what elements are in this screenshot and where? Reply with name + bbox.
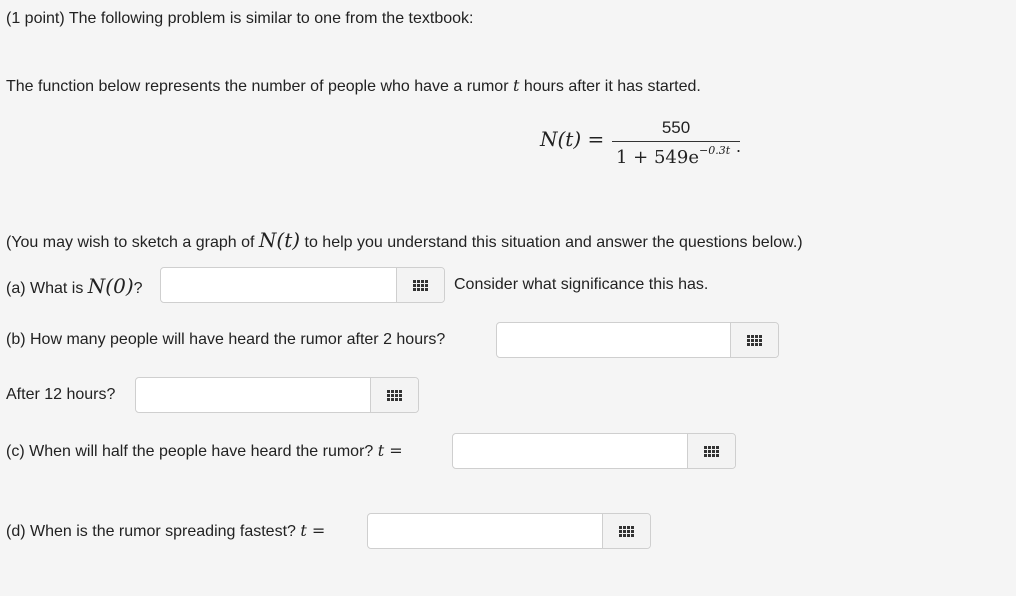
question-b: (b) How many people will have heard the …	[6, 331, 445, 349]
intro-text: (1 point) The following problem is simil…	[6, 10, 474, 27]
formula-lhs: N(t) =	[540, 127, 605, 151]
question-b-text: (b) How many people will have heard the …	[6, 331, 446, 348]
answer-b2-field	[135, 377, 419, 413]
statement-text-2: hours after it has started.	[523, 78, 701, 95]
answer-a-equation-button[interactable]	[396, 268, 444, 302]
question-d-text: (d) When is the rumor spreading fastest?	[6, 523, 296, 540]
statement-text-1: The function below represents the number…	[6, 78, 509, 95]
hint-text-2: to help you understand this situation an…	[304, 234, 803, 251]
answer-b2-equation-button[interactable]	[370, 378, 418, 412]
question-d: (d) When is the rumor spreading fastest?…	[6, 521, 325, 541]
question-b2: After 12 hours?	[6, 386, 115, 404]
answer-d-input[interactable]	[368, 514, 603, 548]
answer-c-equation-button[interactable]	[687, 434, 735, 468]
answer-b2-input[interactable]	[136, 378, 371, 412]
question-a-text: (a) What is	[6, 280, 84, 297]
question-a-qmark: ?	[133, 280, 143, 297]
formula-numerator: 550	[661, 118, 691, 137]
question-c: (c) When will half the people have heard…	[6, 441, 403, 461]
problem-statement: The function below represents the number…	[6, 76, 701, 96]
denominator-exponent: −0.3t	[699, 144, 731, 157]
denominator-base: 1 + 549e	[616, 147, 699, 168]
hint-line: (You may wish to sketch a graph of N(t) …	[6, 228, 803, 252]
hint-text-1: (You may wish to sketch a graph of	[6, 234, 255, 251]
answer-b-field	[496, 322, 779, 358]
answer-b-equation-button[interactable]	[730, 323, 778, 357]
hint-math: N(t)	[258, 228, 301, 252]
statement-variable: t	[512, 76, 520, 95]
equation-editor-grid-icon	[413, 279, 429, 291]
problem-intro: (1 point) The following problem is simil…	[6, 10, 473, 28]
formula-denominator: 1 + 549e−0.3t	[616, 144, 731, 168]
answer-b-input[interactable]	[497, 323, 731, 357]
equation-editor-grid-icon	[619, 525, 635, 537]
question-a: (a) What is N(0)?	[6, 274, 143, 298]
answer-d-field	[367, 513, 651, 549]
question-a-math: N(0)	[87, 274, 134, 298]
equation-editor-grid-icon	[747, 334, 763, 346]
equation-editor-grid-icon	[704, 445, 720, 457]
answer-d-equation-button[interactable]	[602, 514, 650, 548]
formula-period: .	[736, 136, 742, 156]
answer-c-field	[452, 433, 736, 469]
answer-c-input[interactable]	[453, 434, 688, 468]
question-c-text: (c) When will half the people have heard…	[6, 443, 374, 460]
question-a-note-text: Consider what significance this has.	[454, 276, 709, 293]
question-b2-text: After 12 hours?	[6, 386, 116, 403]
answer-a-field	[160, 267, 445, 303]
answer-a-input[interactable]	[161, 268, 397, 302]
question-d-math: t =	[300, 521, 326, 540]
equation-editor-grid-icon	[387, 389, 403, 401]
question-a-note: Consider what significance this has.	[454, 276, 708, 294]
question-c-math: t =	[377, 441, 403, 460]
fraction-bar	[612, 141, 740, 142]
